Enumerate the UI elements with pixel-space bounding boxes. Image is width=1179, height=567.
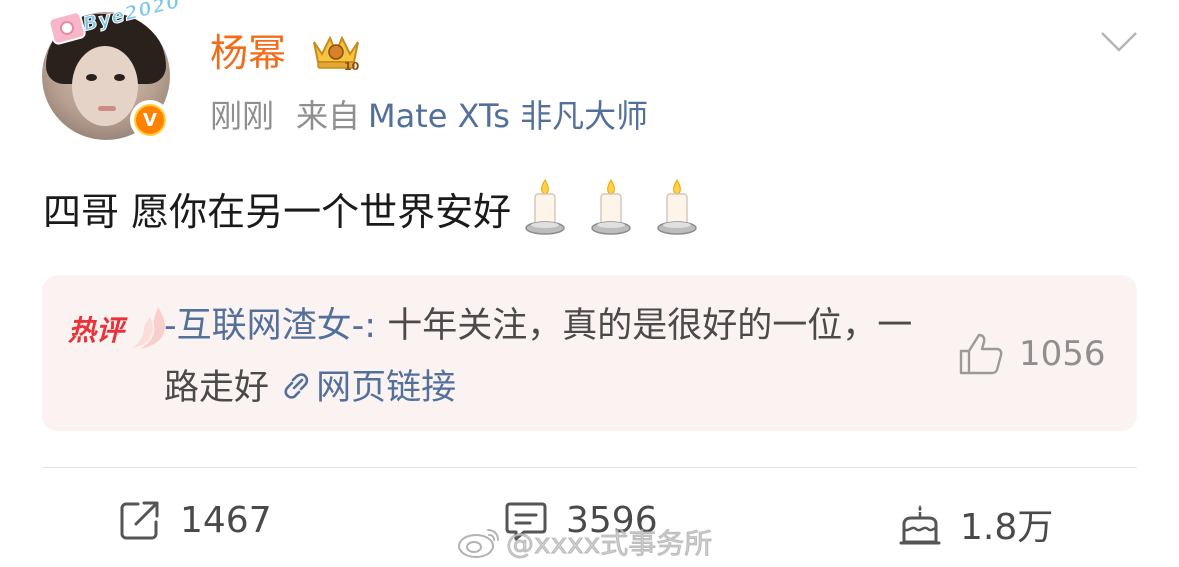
web-link[interactable]: 网页链接 [280, 368, 456, 408]
post-meta: 刚刚 来自 Mate XTs 非凡大师 [210, 91, 648, 137]
emoji-group [523, 178, 699, 238]
like-count: 1.8万 [960, 507, 1054, 548]
hot-comment-text: -互联网渣女-: 十年关注，真的是很好的一位，一路走好 网页链接 [164, 295, 924, 419]
hot-comment-tag: 热评 [66, 303, 166, 353]
candle-icon [591, 179, 631, 235]
like-button[interactable]: 1.8万 [898, 498, 1053, 550]
hot-comment-like[interactable]: 1056 [957, 331, 1106, 377]
web-link-label: 网页链接 [316, 368, 457, 408]
verified-badge: V [130, 100, 170, 140]
source-device-link[interactable]: Mate XTs 非凡大师 [368, 97, 648, 135]
link-icon [284, 373, 309, 399]
hot-comment-tag-label: 热评 [68, 314, 125, 347]
weibo-logo-icon [458, 529, 499, 558]
chevron-down-icon[interactable] [1100, 30, 1138, 54]
author-avatar[interactable]: Bye2020 V [42, 0, 183, 140]
candle-icon [525, 179, 565, 235]
thumbs-up-icon [959, 333, 1003, 375]
weibo-post: Bye2020 V 杨幂 10 刚刚 来自 Mate XTs 非凡大师 四哥 愿你在… [0, 0, 1179, 567]
verified-badge-label: V [134, 104, 166, 136]
repost-button[interactable]: 1467 [118, 498, 272, 542]
post-content: 四哥 愿你在另一个世界安好 [43, 178, 699, 238]
cake-icon [899, 505, 941, 545]
svg-text:10: 10 [344, 60, 360, 72]
comment-line-1: 十年关注，真的是很好 [376, 306, 738, 346]
commenter-separator: : [364, 306, 377, 346]
commenter-name[interactable]: -互联网渣女- [164, 306, 364, 346]
from-label: 来自 [296, 97, 361, 135]
author-name[interactable]: 杨幂 [210, 22, 286, 77]
repost-count: 1467 [180, 499, 272, 541]
repost-icon [120, 501, 159, 540]
hot-comment-card[interactable]: 热评 -互联网渣女-: 十年关注，真的是很好的一位，一路走好 网页链接 1056 [42, 275, 1137, 431]
crown-icon[interactable]: 10 [308, 30, 364, 72]
divider [42, 467, 1137, 468]
watermark-text: @xxxx式事务所 [505, 527, 713, 561]
hot-comment-like-count: 1056 [1019, 334, 1106, 374]
watermark: @xxxx式事务所 [456, 522, 713, 562]
post-time: 刚刚 [210, 97, 275, 135]
candle-icon [657, 179, 697, 235]
post-text: 四哥 愿你在另一个世界安好 [43, 189, 512, 234]
